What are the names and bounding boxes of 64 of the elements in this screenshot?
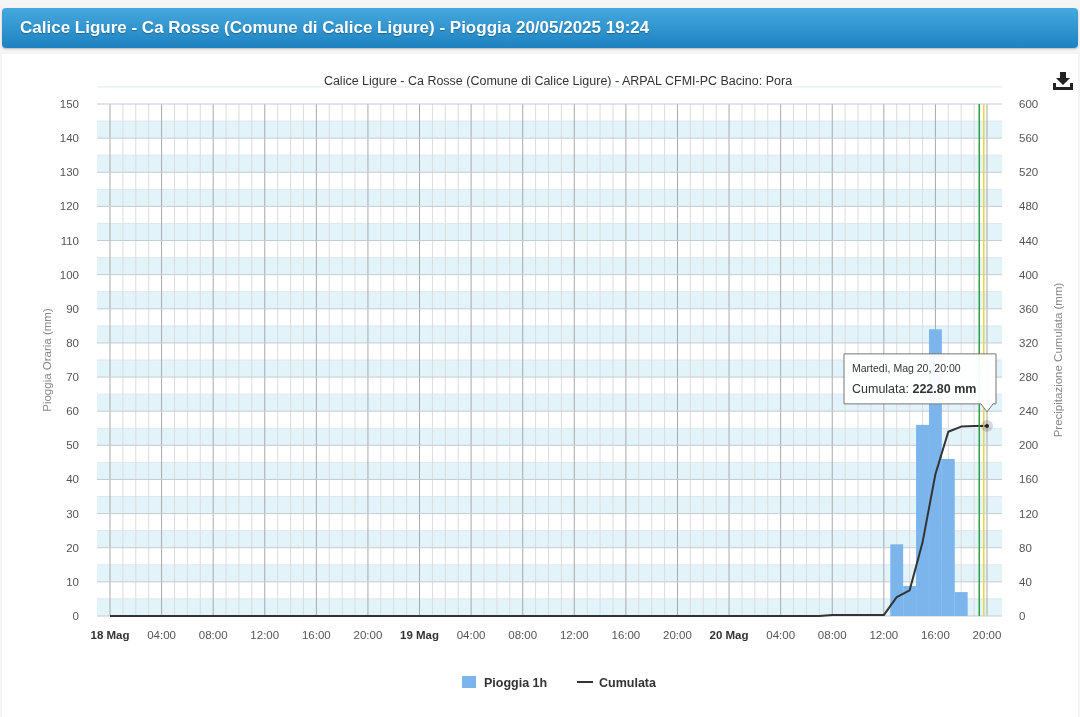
x-axis-label: 12:00	[869, 629, 899, 641]
y-axis-label: 10	[66, 575, 79, 588]
y-axis-label: 40	[1019, 575, 1032, 588]
x-axis-label: 08:00	[817, 629, 847, 641]
y-axis-label: 80	[66, 336, 79, 349]
x-axis-label: 08:00	[198, 629, 228, 641]
x-axis-label: 12:00	[559, 629, 589, 641]
y-axis-title: Pioggia Oraria (mm)	[41, 308, 53, 412]
y-axis-label: 30	[66, 507, 79, 520]
y-axis-label: 100	[59, 268, 79, 281]
x-axis-label: 19 Mag	[400, 629, 440, 641]
y-axis-label: 240	[1019, 405, 1039, 418]
x-axis-label: 18 Mag	[90, 629, 130, 641]
x-axis-label: 08:00	[508, 629, 538, 641]
x-axis-label: 16:00	[921, 629, 950, 641]
y-axis-label: 0	[1019, 610, 1026, 622]
y-axis-label: 560	[1019, 132, 1039, 145]
tooltip-value: Cumulata: 222.80 mm	[851, 381, 977, 396]
y-axis-label: 600	[1019, 98, 1039, 110]
y-axis-label: 400	[1019, 268, 1039, 281]
x-axis-label: 16:00	[611, 629, 641, 641]
y-axis-label: 130	[59, 166, 79, 179]
y-axis-label: 140	[59, 132, 79, 145]
x-axis-label: 20 Mag	[709, 629, 749, 641]
y-axis-label: 90	[66, 302, 79, 315]
y-axis-label: 80	[1019, 541, 1032, 554]
y-axis-label: 360	[1019, 302, 1039, 315]
download-icon	[1052, 71, 1074, 91]
window-title: Calice Ligure - Ca Rosse (Comune di Calice Ligure) - Pioggia 20/05/2025 19:24	[20, 18, 650, 38]
data-point-marker	[985, 423, 989, 428]
y-axis-label: 320	[1019, 336, 1039, 349]
y-axis-label: 20	[66, 541, 79, 554]
y-axis-label: 480	[1019, 200, 1039, 213]
y-axis-label: 200	[1019, 439, 1039, 452]
y-axis-label: 50	[66, 439, 79, 452]
y-axis-label: 0	[72, 610, 79, 622]
y-axis-label: 110	[60, 234, 79, 247]
y-axis-title: Precipitazione Cumulata (mm)	[1052, 282, 1064, 438]
x-axis-label: 04:00	[766, 629, 796, 641]
y-axis-label: 440	[1019, 234, 1039, 247]
y-axis-label: 150	[59, 98, 79, 110]
legend-label[interactable]: Pioggia 1h	[484, 676, 548, 690]
legend-label[interactable]: Cumulata	[599, 676, 656, 690]
y-axis-label: 280	[1019, 371, 1039, 384]
download-button[interactable]	[1050, 70, 1076, 92]
y-axis-label: 160	[1019, 473, 1039, 486]
x-axis-label: 20:00	[353, 629, 383, 641]
y-axis-label: 520	[1019, 166, 1039, 179]
y-axis-label: 120	[1019, 507, 1039, 520]
x-axis-label: 04:00	[456, 629, 486, 641]
y-axis-label: 120	[59, 200, 79, 213]
hover-point-marker	[981, 419, 993, 432]
legend-swatch-icon[interactable]	[462, 676, 476, 688]
x-axis-label: 12:00	[250, 629, 280, 641]
x-axis-label: 04:00	[147, 629, 176, 641]
x-axis-label: 20:00	[663, 629, 692, 641]
y-axis-label: 70	[66, 371, 79, 384]
y-axis-label: 40	[66, 473, 79, 486]
chart-title: Calice Ligure - Ca Rosse (Comune di Calice Ligure) - ARPAL CFMI-PC Bacino: Pora	[323, 74, 793, 88]
legend-line-icon[interactable]	[576, 681, 594, 683]
x-axis-label: 16:00	[301, 629, 331, 641]
tooltip-title: Martedì, Mag 20, 20:00	[852, 361, 961, 374]
y-axis-label: 60	[66, 405, 79, 418]
x-axis-label: 20:00	[972, 629, 1002, 641]
